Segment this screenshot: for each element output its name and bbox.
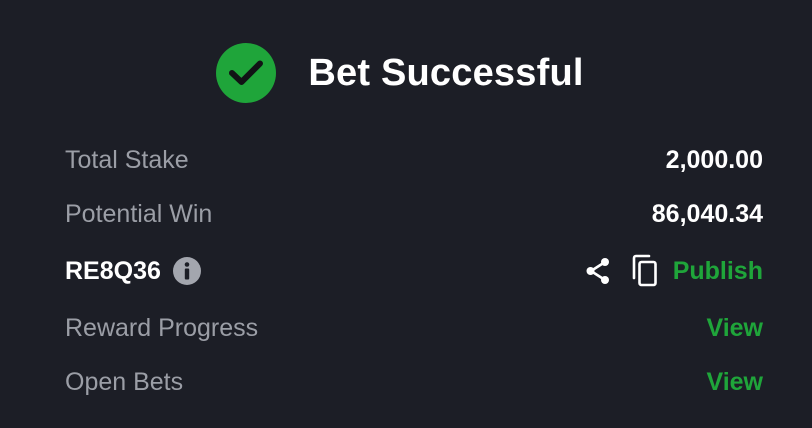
open-bets-view-link[interactable]: View (706, 368, 763, 397)
success-header: Bet Successful (0, 42, 812, 104)
booking-code-group: RE8Q36 (65, 256, 202, 286)
reward-progress-label: Reward Progress (65, 313, 259, 342)
share-icon[interactable] (581, 254, 615, 288)
total-stake-value: 2,000.00 (665, 145, 763, 174)
total-stake-row: Total Stake 2,000.00 (65, 140, 763, 180)
booking-code: RE8Q36 (65, 256, 161, 285)
potential-win-label: Potential Win (65, 199, 213, 228)
reward-progress-row: Reward Progress View (65, 308, 763, 348)
open-bets-label: Open Bets (65, 367, 184, 396)
check-circle-icon (216, 43, 277, 103)
booking-code-row: RE8Q36 Publish (65, 251, 763, 291)
booking-actions: Publish (581, 254, 763, 288)
total-stake-label: Total Stake (65, 145, 189, 174)
copy-icon[interactable] (629, 254, 661, 288)
info-icon[interactable] (172, 256, 202, 286)
open-bets-row: Open Bets View (65, 362, 763, 402)
reward-progress-view-link[interactable]: View (706, 314, 763, 343)
potential-win-value: 86,040.34 (651, 199, 763, 228)
bet-success-panel: Bet Successful Total Stake 2,000.00 Pote… (0, 0, 812, 428)
publish-button[interactable]: Publish (673, 257, 763, 286)
page-title: Bet Successful (308, 51, 584, 94)
potential-win-row: Potential Win 86,040.34 (65, 194, 763, 234)
